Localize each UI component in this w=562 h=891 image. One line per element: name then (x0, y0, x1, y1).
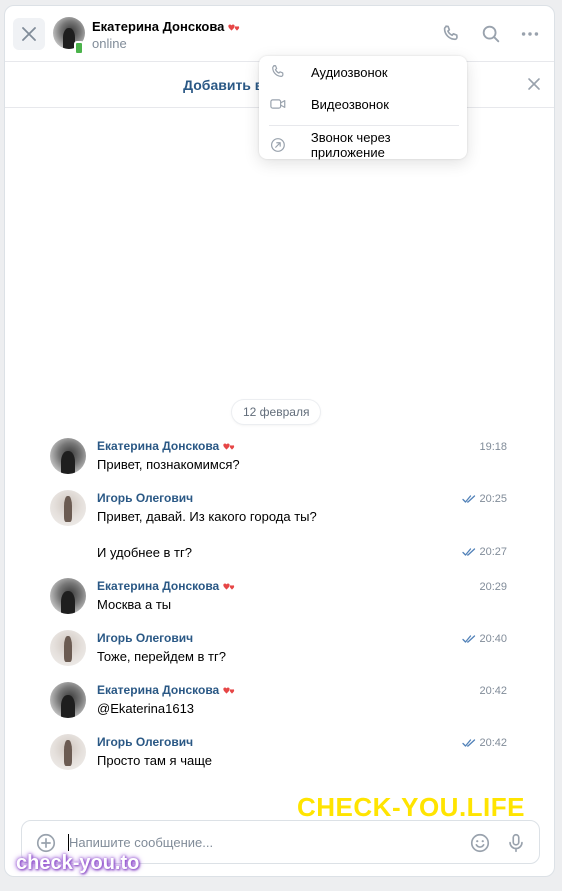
message-time: 19:18 (479, 441, 507, 453)
message-author[interactable]: Екатерина Донскова (97, 683, 236, 697)
message-time: 20:42 (479, 685, 507, 697)
dismiss-bar-icon[interactable] (526, 76, 542, 92)
message-author-text: Екатерина Донскова (97, 439, 220, 453)
app-call-item[interactable]: Звонок через приложение (269, 130, 467, 160)
read-check-icon (462, 495, 476, 503)
phone-icon[interactable] (440, 23, 462, 45)
message-author[interactable]: Игорь Олегович (97, 735, 193, 749)
message-text: Просто там я чаще (97, 753, 212, 768)
read-check-icon (462, 739, 476, 747)
external-link-icon (271, 138, 285, 152)
message-time: 20:42 (462, 737, 507, 749)
search-icon[interactable] (480, 23, 502, 45)
message-time-text: 20:27 (479, 546, 507, 558)
close-chat-button[interactable] (13, 18, 45, 50)
menu-divider (269, 125, 459, 126)
date-separator: 12 февраля (232, 400, 321, 424)
message-time: 20:25 (462, 493, 507, 505)
watermark-pink: check-you.to (16, 852, 140, 874)
message-avatar[interactable] (50, 734, 86, 770)
video-camera-icon (270, 99, 286, 109)
online-mobile-indicator (74, 41, 84, 55)
heart-icon (223, 687, 235, 694)
message-avatar[interactable] (50, 438, 86, 474)
message-author[interactable]: Екатерина Донскова (97, 579, 236, 593)
message-author-text: Екатерина Донскова (97, 683, 220, 697)
video-call-item[interactable]: Видеозвонок (269, 93, 389, 115)
message-author-text: Екатерина Донскова (97, 579, 220, 593)
contact-name-text: Екатерина Донскова (92, 19, 225, 34)
audio-call-item[interactable]: Аудиозвонок (269, 61, 388, 83)
message-author[interactable]: Игорь Олегович (97, 631, 193, 645)
message-time-text: 20:40 (479, 633, 507, 645)
watermark-yellow: CHECK-YOU.LIFE (297, 792, 525, 822)
message-text: Москва а ты (97, 597, 172, 612)
message-avatar[interactable] (50, 682, 86, 718)
read-check-icon (462, 635, 476, 643)
call-dropdown-menu: Аудиозвонок Видеозвонок Звонок через при… (259, 56, 467, 160)
microphone-icon[interactable] (505, 832, 527, 854)
message-time: 20:40 (462, 633, 507, 645)
message-text: Тоже, перейдем в тг? (97, 649, 226, 664)
chat-window: Екатерина Донскова online Добавить в дру… (4, 5, 555, 877)
message-time-text: 20:29 (479, 581, 507, 593)
message-time-text: 19:18 (479, 441, 507, 453)
phone-icon (272, 65, 284, 77)
chat-header: Екатерина Донскова online (5, 6, 554, 62)
contact-name[interactable]: Екатерина Донскова (92, 19, 241, 34)
message-text: @Ekaterina1613 (97, 701, 195, 716)
contact-status: online (92, 36, 127, 51)
video-call-label: Видеозвонок (311, 96, 389, 112)
close-icon (22, 27, 36, 41)
heart-icon (223, 443, 235, 450)
emoji-smile-icon[interactable] (469, 832, 491, 854)
message-avatar[interactable] (50, 578, 86, 614)
message-time-text: 20:25 (479, 493, 507, 505)
message-time-text: 20:42 (479, 685, 507, 697)
heart-icon (223, 583, 235, 590)
message-time: 20:27 (462, 546, 507, 558)
more-options-icon[interactable] (519, 23, 541, 45)
read-check-icon (462, 548, 476, 556)
message-text: Привет, познакомимся? (97, 457, 240, 472)
message-avatar[interactable] (50, 630, 86, 666)
message-time: 20:29 (479, 581, 507, 593)
app-call-label: Звонок через приложение (310, 130, 391, 160)
message-avatar[interactable] (50, 490, 86, 526)
attach-plus-icon[interactable] (35, 832, 57, 854)
message-text: Привет, давай. Из какого города ты? (97, 509, 317, 524)
audio-call-label: Аудиозвонок (311, 64, 388, 80)
message-author[interactable]: Игорь Олегович (97, 491, 193, 505)
heart-icon (228, 24, 240, 31)
message-text: И удобнее в тг? (97, 545, 192, 560)
message-author[interactable]: Екатерина Донскова (97, 439, 236, 453)
message-time-text: 20:42 (479, 737, 507, 749)
